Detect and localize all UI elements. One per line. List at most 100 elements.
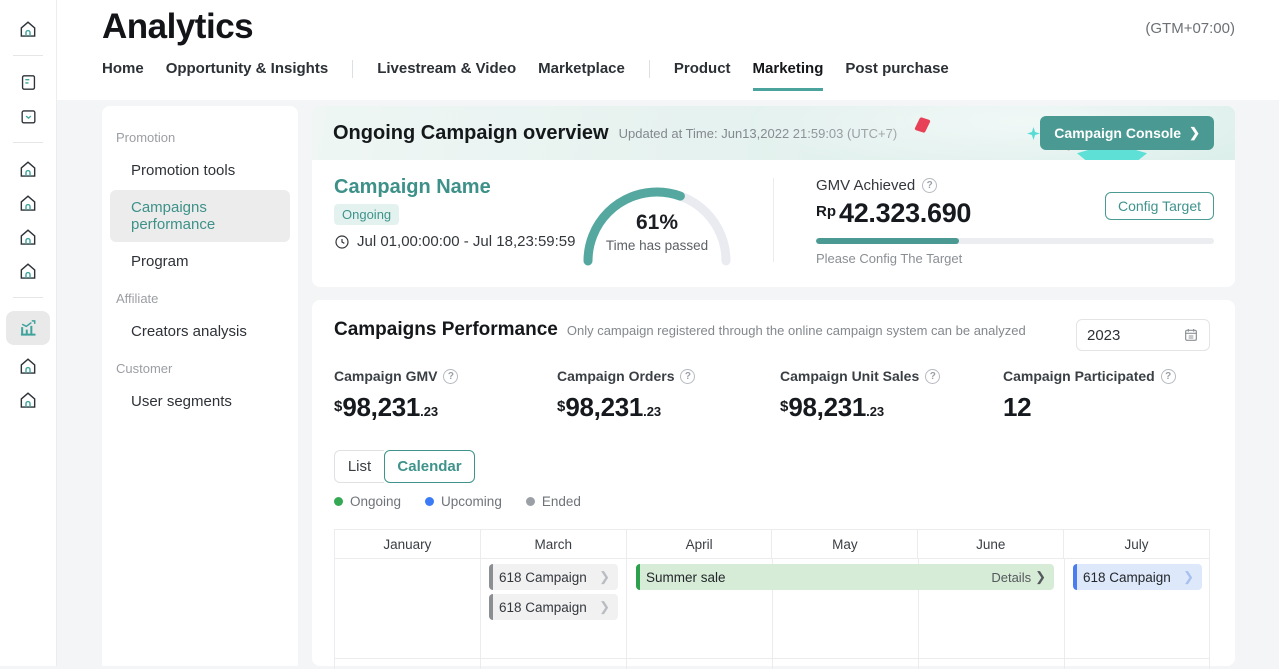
- tab-marketplace[interactable]: Marketplace: [538, 60, 625, 88]
- tab-product[interactable]: Product: [674, 60, 731, 88]
- metric-decimals: .23: [866, 404, 884, 419]
- metric-campaign-unit-sales: Campaign Unit Sales ? $98,231.23: [780, 368, 995, 423]
- month-header-april: April: [627, 530, 773, 558]
- home-icon[interactable]: [8, 190, 48, 216]
- metric-label: Campaign Unit Sales: [780, 368, 919, 384]
- tab-home[interactable]: Home: [102, 60, 144, 88]
- calendar-check-icon[interactable]: [8, 103, 48, 129]
- ended-dot-icon: [526, 497, 535, 506]
- tasks-icon[interactable]: [8, 69, 48, 95]
- sidebar-item-promotion-tools[interactable]: Promotion tools: [110, 153, 290, 188]
- performance-title: Campaigns Performance: [334, 319, 558, 341]
- gmv-achieved-value: Rp42.323.690: [816, 198, 971, 229]
- metric-label: Campaign Orders: [557, 368, 674, 384]
- event-label: 618 Campaign: [1083, 570, 1171, 585]
- details-label: Details: [991, 570, 1031, 585]
- metric-campaign-orders: Campaign Orders ? $98,231.23: [557, 368, 772, 423]
- campaign-calendar-table: January March April May June July 618 Ca…: [334, 529, 1210, 669]
- view-toggle-calendar[interactable]: Calendar: [384, 450, 475, 483]
- overview-title: Ongoing Campaign overview: [333, 122, 609, 145]
- tab-livestream-video[interactable]: Livestream & Video: [377, 60, 516, 88]
- home-icon[interactable]: [8, 258, 48, 284]
- calendar-icon: [1183, 327, 1199, 343]
- view-toggle-list[interactable]: List: [334, 450, 384, 483]
- clock-icon: [334, 234, 350, 250]
- icon-rail: [0, 0, 57, 666]
- campaign-name-link[interactable]: Campaign Name: [334, 176, 491, 199]
- gmv-currency: Rp: [816, 203, 836, 220]
- gauge-caption: Time has passed: [576, 238, 738, 253]
- metric-value: $98,231.23: [334, 392, 549, 423]
- sidebar-section-customer: Customer: [102, 351, 298, 382]
- sidebar-item-program[interactable]: Program: [110, 244, 290, 279]
- tab-divider: [649, 60, 650, 78]
- rail-divider: [13, 142, 43, 143]
- main-nav-tabs: Home Opportunity & Insights Livestream &…: [102, 60, 949, 91]
- legend-ongoing: Ongoing: [334, 494, 401, 509]
- event-label: Summer sale: [646, 570, 726, 585]
- sidebar-item-user-segments[interactable]: User segments: [110, 384, 290, 419]
- home-icon[interactable]: [8, 16, 48, 42]
- column-divider: [626, 559, 627, 669]
- campaign-date-range: Jul 01,00:00:00 - Jul 18,23:59:59: [334, 233, 576, 250]
- event-label: 618 Campaign: [499, 570, 587, 585]
- home-icon[interactable]: [8, 387, 48, 413]
- event-618-campaign-ended[interactable]: 618 Campaign ❯: [489, 594, 618, 620]
- calendar-header-row: January March April May June July: [335, 530, 1209, 559]
- help-icon[interactable]: ?: [680, 369, 695, 384]
- sidebar-item-campaigns-performance[interactable]: Campaigns performance: [110, 190, 290, 242]
- metric-number: 98,231: [788, 392, 866, 422]
- gauge-percent-value: 61%: [576, 211, 738, 235]
- gmv-progress-bar: [816, 238, 1214, 244]
- timezone-label: (GTM+07:00): [1145, 20, 1235, 37]
- vertical-divider: [773, 178, 774, 262]
- legend-label: Upcoming: [441, 494, 502, 509]
- help-icon[interactable]: ?: [1161, 369, 1176, 384]
- tab-opportunity-insights[interactable]: Opportunity & Insights: [166, 60, 329, 88]
- year-picker[interactable]: 2023: [1076, 319, 1210, 351]
- metric-value: $98,231.23: [780, 392, 995, 423]
- top-header: Analytics (GTM+07:00) Home Opportunity &…: [57, 0, 1279, 100]
- help-icon[interactable]: ?: [925, 369, 940, 384]
- metric-number: 98,231: [565, 392, 643, 422]
- gmv-amount: 42.323.690: [839, 198, 971, 228]
- event-label: 618 Campaign: [499, 600, 587, 615]
- home-icon[interactable]: [8, 224, 48, 250]
- campaign-console-label: Campaign Console: [1054, 125, 1181, 141]
- help-icon[interactable]: ?: [922, 178, 937, 193]
- month-header-january: January: [335, 530, 481, 558]
- home-icon[interactable]: [8, 156, 48, 182]
- legend-ended: Ended: [526, 494, 581, 509]
- tab-marketing[interactable]: Marketing: [753, 60, 824, 91]
- performance-title-row: Campaigns Performance Only campaign regi…: [334, 319, 1026, 341]
- analytics-chart-icon[interactable]: [6, 311, 50, 345]
- tab-post-purchase[interactable]: Post purchase: [845, 60, 948, 88]
- config-target-button[interactable]: Config Target: [1105, 192, 1214, 220]
- help-icon[interactable]: ?: [443, 369, 458, 384]
- campaign-console-button[interactable]: Campaign Console ❯: [1040, 116, 1214, 150]
- home-icon[interactable]: [8, 353, 48, 379]
- chevron-right-icon: ❯: [1183, 569, 1194, 585]
- month-header-may: May: [772, 530, 918, 558]
- event-618-campaign-upcoming[interactable]: 618 Campaign ❯: [1073, 564, 1202, 590]
- campaigns-performance-card: Campaigns Performance Only campaign regi…: [312, 300, 1235, 666]
- sidebar-item-creators-analysis[interactable]: Creators analysis: [110, 314, 290, 349]
- chevron-right-icon: ❯: [599, 599, 610, 615]
- date-range-text: Jul 01,00:00:00 - Jul 18,23:59:59: [357, 233, 576, 250]
- metric-campaign-participated: Campaign Participated ? 12: [1003, 368, 1218, 423]
- ongoing-campaign-overview-card: Ongoing Campaign overview Updated at Tim…: [312, 106, 1235, 287]
- metric-value: 12: [1003, 392, 1218, 423]
- metric-number: 12: [1003, 392, 1031, 422]
- chevron-right-icon: ❯: [599, 569, 610, 585]
- status-legend: Ongoing Upcoming Ended: [334, 494, 581, 509]
- calendar-body: 618 Campaign ❯ 618 Campaign ❯ Summer sal…: [335, 559, 1209, 669]
- event-618-campaign-ended[interactable]: 618 Campaign ❯: [489, 564, 618, 590]
- event-details-link[interactable]: Details ❯: [991, 569, 1046, 585]
- metric-decimals: .23: [420, 404, 438, 419]
- page-title: Analytics: [102, 7, 253, 47]
- metric-campaign-gmv: Campaign GMV ? $98,231.23: [334, 368, 549, 423]
- year-picker-value: 2023: [1087, 327, 1120, 344]
- sidebar-section-affiliate: Affiliate: [102, 281, 298, 312]
- gmv-achieved-label: GMV Achieved: [816, 177, 915, 194]
- event-summer-sale-ongoing[interactable]: Summer sale Details ❯: [636, 564, 1054, 590]
